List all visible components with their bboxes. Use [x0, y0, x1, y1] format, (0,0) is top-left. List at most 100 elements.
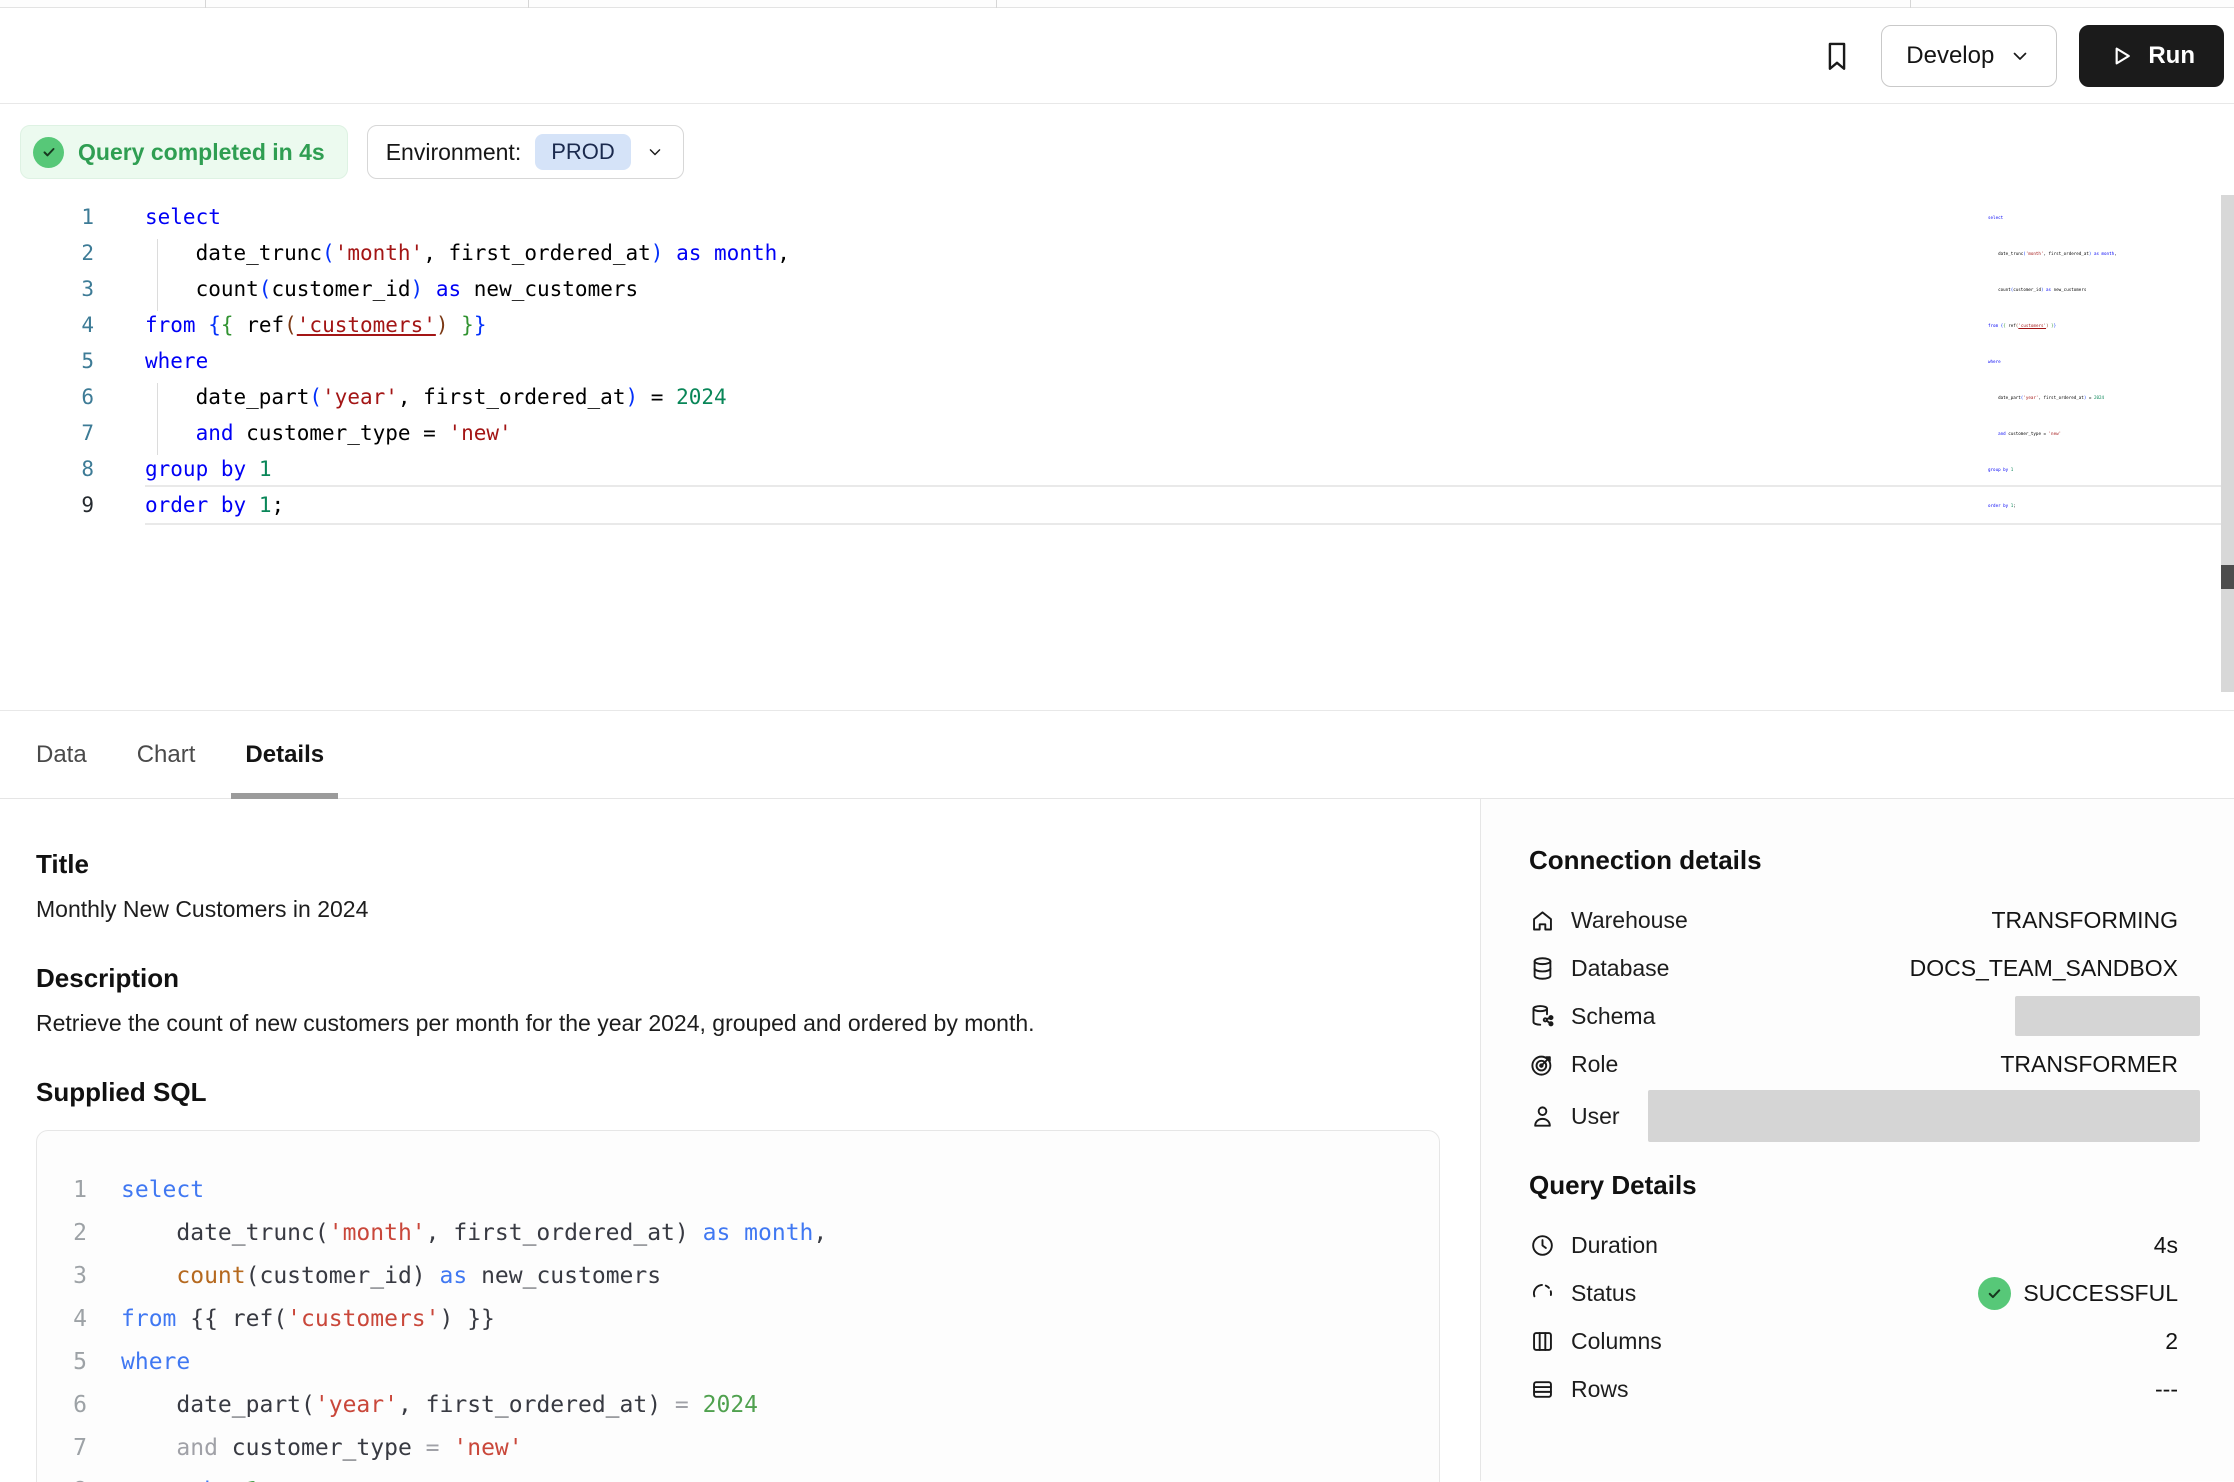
description-heading: Description [36, 963, 1440, 994]
rows-label: Rows [1571, 1376, 1629, 1403]
database-value: DOCS_TEAM_SANDBOX [1910, 955, 2178, 982]
supplied-sql-heading: Supplied SQL [36, 1077, 1440, 1108]
bookmark-icon[interactable] [1815, 34, 1859, 78]
code-line: date_trunc('month', first_ordered_at) as… [1988, 236, 2100, 272]
code-line: 6 date_part('year', first_ordered_at) = … [65, 1384, 1411, 1427]
details-content: Title Monthly New Customers in 2024 Desc… [0, 799, 2234, 1481]
code-line: 5where [65, 1341, 1411, 1384]
tab-divider [528, 0, 529, 8]
chevron-down-icon [2008, 44, 2032, 68]
database-icon [1529, 955, 1556, 982]
rows-value: --- [2155, 1376, 2178, 1403]
query-status-text: Query completed in 4s [78, 139, 325, 166]
role-row: Role TRANSFORMER [1529, 1040, 2178, 1088]
check-circle-icon [33, 137, 64, 168]
code-line: where [1988, 344, 2100, 380]
editor-code[interactable]: 1 select2 date_trunc('month', first_order… [0, 199, 2234, 523]
user-row: User [1529, 1088, 2178, 1144]
sql-editor[interactable]: 1 select2 date_trunc('month', first_order… [0, 180, 2234, 710]
code-line: 3 count(customer_id) as new_customers [0, 271, 2234, 307]
database-row: Database DOCS_TEAM_SANDBOX [1529, 944, 2178, 992]
editor-minimap[interactable]: select date_trunc('month', first_ordered… [1988, 200, 2100, 524]
tab-chart[interactable]: Chart [123, 711, 210, 798]
tab-data[interactable]: Data [22, 711, 101, 798]
results-tabbar: Data Chart Details [0, 710, 2234, 799]
line-number: 8 [0, 451, 94, 487]
connection-details-panel: Connection details Warehouse TRANSFORMIN… [1480, 799, 2234, 1481]
description-value: Retrieve the count of new customers per … [36, 1010, 1440, 1037]
columns-row: Columns 2 [1529, 1317, 2178, 1365]
duration-value: 4s [2154, 1232, 2178, 1259]
develop-button-label: Develop [1906, 42, 1994, 70]
columns-label: Columns [1571, 1328, 1662, 1355]
tab-divider [205, 0, 206, 8]
editor-scrollbar[interactable] [2221, 195, 2234, 692]
line-number: 3 [0, 271, 94, 307]
run-button-label: Run [2148, 42, 2195, 70]
user-redacted-value [1648, 1090, 2200, 1142]
status-spinner-icon [1529, 1280, 1556, 1307]
code-line: 8group by 1 [65, 1470, 1411, 1482]
line-number: 1 [0, 199, 94, 235]
code-line: select [1988, 200, 2100, 236]
role-icon [1529, 1051, 1556, 1078]
indent-guide [157, 383, 158, 455]
user-icon [1529, 1103, 1556, 1130]
line-number: 1 [65, 1169, 87, 1212]
code-line: 4from {{ ref('customers') }} [65, 1298, 1411, 1341]
warehouse-icon [1529, 907, 1556, 934]
columns-icon [1529, 1328, 1556, 1355]
run-button[interactable]: Run [2079, 25, 2224, 87]
tab-divider [996, 0, 997, 8]
warehouse-value: TRANSFORMING [1991, 907, 2178, 934]
schema-label: Schema [1571, 1003, 1655, 1030]
code-line: 1 select [0, 199, 2234, 235]
line-number: 4 [65, 1298, 87, 1341]
connection-details-heading: Connection details [1529, 845, 2178, 876]
rows-row: Rows --- [1529, 1365, 2178, 1413]
code-line: 5 where [0, 343, 2234, 379]
line-number: 2 [65, 1212, 87, 1255]
code-line: count(customer_id) as new_customers [1988, 272, 2100, 308]
columns-value: 2 [2165, 1328, 2178, 1355]
success-check-icon [1978, 1277, 2011, 1310]
query-status-badge: Query completed in 4s [20, 125, 348, 179]
line-number: 4 [0, 307, 94, 343]
details-panel: Title Monthly New Customers in 2024 Desc… [0, 799, 1480, 1481]
line-number: 6 [0, 379, 94, 415]
environment-selector[interactable]: Environment: PROD [367, 125, 684, 179]
code-line: 6 date_part('year', first_ordered_at) = … [0, 379, 2234, 415]
code-line: 7 and customer_type = 'new' [0, 415, 2234, 451]
app-window: Develop Run Query completed in 4s Enviro… [0, 0, 2234, 1482]
scrollbar-thumb[interactable] [2221, 565, 2234, 589]
role-value: TRANSFORMER [2000, 1051, 2178, 1078]
code-line: 4from {{ ref('customers') }} [0, 307, 2234, 343]
duration-icon [1529, 1232, 1556, 1259]
database-label: Database [1571, 955, 1669, 982]
schema-row: Schema [1529, 992, 2178, 1040]
code-line: 1select [65, 1169, 1411, 1212]
duration-row: Duration 4s [1529, 1221, 2178, 1269]
code-line: and customer_type = 'new' [1988, 416, 2100, 452]
line-number: 6 [65, 1384, 87, 1427]
supplied-sql-card: 1select2 date_trunc('month', first_order… [36, 1130, 1440, 1482]
code-line: group by 1 [1988, 452, 2100, 488]
code-line: 2 date_trunc('month', first_ordered_at) … [0, 235, 2234, 271]
tab-details[interactable]: Details [231, 711, 338, 798]
status-row: Query completed in 4s Environment: PROD [20, 124, 2234, 180]
indent-guide [157, 239, 158, 311]
line-number: 5 [65, 1341, 87, 1384]
title-heading: Title [36, 849, 1440, 880]
role-label: Role [1571, 1051, 1618, 1078]
tab-divider [1910, 0, 1911, 8]
line-number: 8 [65, 1470, 87, 1482]
query-details-heading: Query Details [1529, 1170, 2178, 1201]
line-number: 5 [0, 343, 94, 379]
develop-button[interactable]: Develop [1881, 25, 2057, 87]
code-line: 8 group by 1 [0, 451, 2234, 487]
line-number: 3 [65, 1255, 87, 1298]
environment-label: Environment: [386, 139, 522, 166]
schema-redacted-value [2015, 996, 2200, 1036]
status-row-detail: Status SUCCESSFUL [1529, 1269, 2178, 1317]
browser-tab-strip [0, 0, 2234, 8]
